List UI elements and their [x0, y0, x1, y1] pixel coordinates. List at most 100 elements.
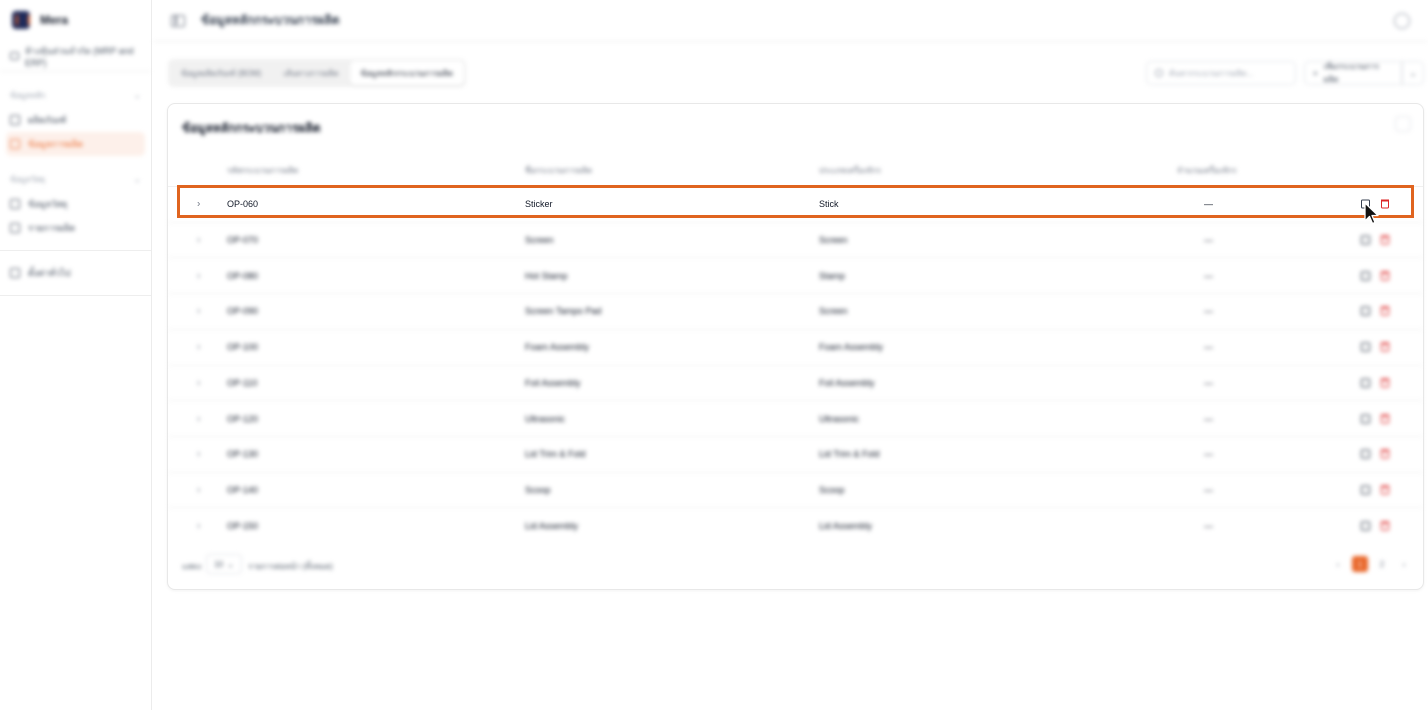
table-row[interactable]: › OP-150 Lid Assembly Lid Assembly — — [168, 507, 1423, 543]
trash-icon[interactable] — [1381, 414, 1389, 424]
org-switcher[interactable]: ห้างหุ้นส่วนจำกัด (MRP and ERP) — [0, 40, 151, 72]
chevron-right-icon[interactable]: › — [197, 306, 200, 317]
list-icon — [10, 223, 20, 233]
search-input[interactable]: ค้นหากระบวนการผลิต... — [1169, 67, 1253, 80]
table-row[interactable]: › OP-110 Foil Assembly Foil Assembly — — [168, 364, 1423, 401]
sidebar-item-materials[interactable]: ข้อมูลวัสดุ — [6, 192, 145, 216]
org-name: ห้างหุ้นส่วนจำกัด (MRP and ERP) — [25, 45, 134, 68]
table-row[interactable]: › OP-090 Screen Tampo Pad Screen — — [168, 293, 1423, 329]
edit-icon[interactable] — [1361, 521, 1370, 531]
rows-label: แสดง — [182, 562, 202, 571]
chevron-right-icon[interactable]: › — [197, 377, 200, 388]
tab-process-master[interactable]: ข้อมูลหลักกระบวนการผลิต — [349, 61, 464, 85]
cell-process-code: OP-080 — [227, 270, 259, 281]
column-header-name[interactable]: ชื่อกระบวนการผลิต — [525, 164, 592, 177]
edit-icon[interactable] — [1361, 235, 1370, 245]
chevron-left-icon[interactable]: ‹ — [1330, 556, 1346, 572]
trash-icon[interactable] — [1381, 485, 1389, 495]
cell-machine-type: Foil Assembly — [819, 377, 875, 388]
table-row[interactable]: › OP-140 Scoop Scoop — — [168, 471, 1423, 508]
cell-process-code: OP-070 — [227, 235, 259, 246]
cell-machine-count: — — [1204, 377, 1213, 388]
trash-icon[interactable] — [1381, 342, 1389, 352]
column-header-type[interactable]: ประเภทเครื่องจักร — [819, 164, 881, 177]
cell-machine-type: Lid Assembly — [819, 520, 873, 531]
add-process-label: เพิ่มกระบวนการผลิต — [1323, 62, 1380, 84]
sidebar-divider — [0, 295, 151, 296]
chevron-right-icon[interactable]: › — [197, 520, 200, 531]
trash-icon[interactable] — [1381, 521, 1389, 531]
sidebar-item-label: ข้อมูลวัสดุ — [28, 199, 68, 209]
tab-bom[interactable]: ข้อมูลผลิตภัณฑ์ (BOM) — [170, 61, 272, 85]
avatar[interactable] — [1394, 12, 1410, 29]
trash-icon[interactable] — [1381, 378, 1389, 388]
sidebar-item-settings[interactable]: ตั้งค่าทั่วไป — [6, 261, 145, 285]
table-header: รหัสกระบวนการผลิต ชื่อกระบวนการผลิต ประเ… — [168, 158, 1423, 180]
cell-process-code: OP-140 — [227, 484, 259, 495]
sidebar-group-header[interactable]: ข้อมูลวัสดุ ⌄ — [0, 166, 151, 192]
column-header-count[interactable]: จำนวนเครื่องจักร — [1177, 164, 1237, 177]
mouse-cursor-icon — [1364, 202, 1379, 225]
table-footer: แสดง 10 ⌄ รายการต่อหน้า (ทั้งหมด) ‹ 1 2 … — [182, 554, 1412, 576]
trash-icon[interactable] — [1381, 271, 1389, 281]
chevron-right-icon[interactable]: › — [197, 199, 200, 210]
sidebar-item-production-data[interactable]: ข้อมูลการผลิต — [6, 132, 145, 156]
table-row[interactable]: › OP-080 Hot Stamp Stamp — — [168, 257, 1423, 293]
table-row[interactable]: › OP-070 Screen Screen — — [168, 221, 1423, 258]
trash-icon[interactable] — [1381, 306, 1389, 316]
chevron-right-icon[interactable]: › — [197, 235, 200, 246]
table-row[interactable]: › OP-100 Foam Assembly Foam Assembly — — [168, 328, 1423, 365]
chevron-right-icon[interactable]: › — [197, 270, 200, 281]
sidebar-item-label: รายการผลิต — [28, 223, 76, 233]
sidebar-toggle-icon[interactable] — [171, 14, 185, 27]
column-header-code[interactable]: รหัสกระบวนการผลิต — [227, 164, 298, 177]
trash-icon[interactable] — [1381, 199, 1389, 209]
cell-process-code: OP-090 — [227, 306, 259, 317]
trash-icon[interactable] — [1381, 449, 1389, 459]
cell-machine-count: — — [1204, 235, 1213, 246]
table-row[interactable]: › OP-120 Ultrasonic Ultrasonic — — [168, 400, 1423, 436]
table-row[interactable]: › OP-130 Lid Trim & Fold Lid Trim & Fold — — [168, 435, 1423, 472]
column-settings-button[interactable] — [1395, 116, 1411, 132]
box-icon — [10, 115, 20, 125]
chevron-right-icon[interactable]: › — [197, 413, 200, 424]
chevron-right-icon[interactable]: › — [1396, 556, 1412, 572]
chevron-right-icon[interactable]: › — [197, 449, 200, 460]
chevron-down-icon: ⌄ — [133, 89, 141, 100]
add-process-button[interactable]: + เพิ่มกระบวนการผลิต — [1304, 61, 1402, 85]
sidebar: Mera ห้างหุ้นส่วนจำกัด (MRP and ERP) ข้อ… — [0, 0, 152, 710]
page-title: ข้อมูลหลักกระบวนการผลิต — [201, 13, 340, 27]
sidebar-group-header[interactable]: ข้อมูลหลัก ⌄ — [0, 82, 151, 108]
cell-process-name: Hot Stamp — [525, 270, 568, 281]
more-options-button[interactable]: ⌄ — [1402, 61, 1424, 85]
edit-icon[interactable] — [1361, 271, 1370, 281]
cell-machine-type: Stick — [819, 199, 839, 210]
edit-icon[interactable] — [1361, 449, 1370, 459]
search-box[interactable]: ค้นหากระบวนการผลิต... — [1146, 61, 1296, 85]
brand[interactable]: Mera — [0, 0, 151, 40]
page-button-2[interactable]: 2 — [1374, 556, 1390, 572]
tab-routing[interactable]: เส้นทางการผลิต — [272, 61, 349, 85]
edit-icon[interactable] — [1361, 378, 1370, 388]
table-row[interactable]: › OP-060 Sticker Stick — — [168, 186, 1423, 222]
edit-icon[interactable] — [1361, 342, 1370, 352]
cell-machine-count: — — [1204, 306, 1213, 317]
cell-process-name: Ultrasonic — [525, 413, 566, 424]
chevron-right-icon[interactable]: › — [197, 484, 200, 495]
gear-icon — [10, 139, 20, 149]
cell-machine-count: — — [1204, 449, 1213, 460]
sidebar-item-production-list[interactable]: รายการผลิต — [6, 216, 145, 240]
sidebar-item-products[interactable]: ผลิตภัณฑ์ — [6, 108, 145, 132]
cell-machine-type: Screen — [819, 306, 848, 317]
cell-process-code: OP-120 — [227, 413, 259, 424]
cell-machine-count: — — [1204, 413, 1213, 424]
edit-icon[interactable] — [1361, 485, 1370, 495]
pagination: ‹ 1 2 › — [1330, 556, 1412, 572]
page-button-1[interactable]: 1 — [1352, 556, 1368, 572]
sidebar-group-1: ข้อมูลหลัก ⌄ ผลิตภัณฑ์ ข้อมูลการผลิต — [0, 82, 151, 156]
trash-icon[interactable] — [1381, 235, 1389, 245]
page-size-select[interactable]: 10 ⌄ — [206, 554, 242, 574]
edit-icon[interactable] — [1361, 414, 1370, 424]
chevron-right-icon[interactable]: › — [197, 342, 200, 353]
edit-icon[interactable] — [1361, 306, 1370, 316]
